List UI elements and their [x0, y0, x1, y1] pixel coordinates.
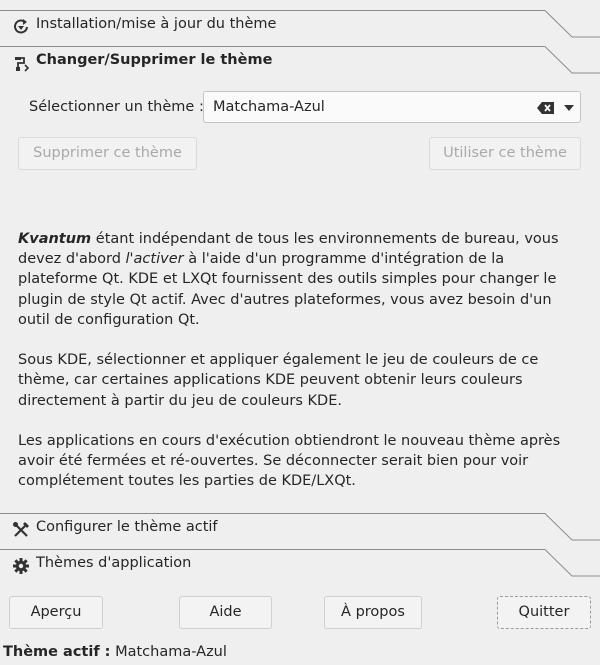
- description-paragraph-2: Sous KDE, sélectionner et appliquer égal…: [18, 352, 539, 409]
- description-paragraph-3: Les applications en cours d'exécution ob…: [18, 433, 561, 490]
- tools-icon: [13, 522, 29, 537]
- gear-icon: [13, 558, 29, 574]
- delete-theme-button[interactable]: Supprimer ce thème: [18, 137, 197, 170]
- tab-configure[interactable]: Configurer le thème actif: [0, 512, 600, 547]
- description-paragraph-1: Kvantum étant indépendant de tous les en…: [18, 229, 586, 330]
- tab-change[interactable]: Changer/Supprimer le thème: [0, 45, 600, 80]
- chevron-down-icon[interactable]: [563, 104, 575, 112]
- status-bar: Thème actif : Matchama-Azul: [3, 644, 227, 660]
- tab-app-themes[interactable]: Thèmes d'application: [0, 548, 600, 583]
- brand-name: Kvantum: [18, 231, 92, 247]
- description: Kvantum étant indépendant de tous les en…: [18, 229, 586, 512]
- clear-icon[interactable]: [537, 101, 555, 115]
- tab-install[interactable]: Installation/mise à jour du thème: [0, 9, 600, 44]
- tab-install-label: Installation/mise à jour du thème: [36, 16, 277, 32]
- theme-combobox-value: Matchama-Azul: [213, 99, 325, 115]
- tab-app-themes-label: Thèmes d'application: [36, 555, 192, 571]
- about-button[interactable]: À propos: [324, 596, 422, 629]
- refresh-icon: [14, 19, 28, 34]
- brush-icon: [15, 57, 30, 72]
- help-button[interactable]: Aide: [179, 596, 272, 629]
- status-label: Thème actif :: [3, 644, 111, 660]
- theme-select-label: Sélectionner un thème :: [29, 99, 204, 115]
- status-value: Matchama-Azul: [115, 644, 227, 660]
- description-emphasis: l'activer: [125, 251, 184, 268]
- use-theme-button[interactable]: Utiliser ce thème: [429, 137, 581, 170]
- tab-change-label: Changer/Supprimer le thème: [36, 52, 273, 68]
- preview-button[interactable]: Aperçu: [9, 596, 103, 629]
- quit-button[interactable]: Quitter: [497, 596, 591, 629]
- tab-configure-label: Configurer le thème actif: [36, 519, 218, 535]
- theme-combobox[interactable]: Matchama-Azul: [203, 91, 581, 123]
